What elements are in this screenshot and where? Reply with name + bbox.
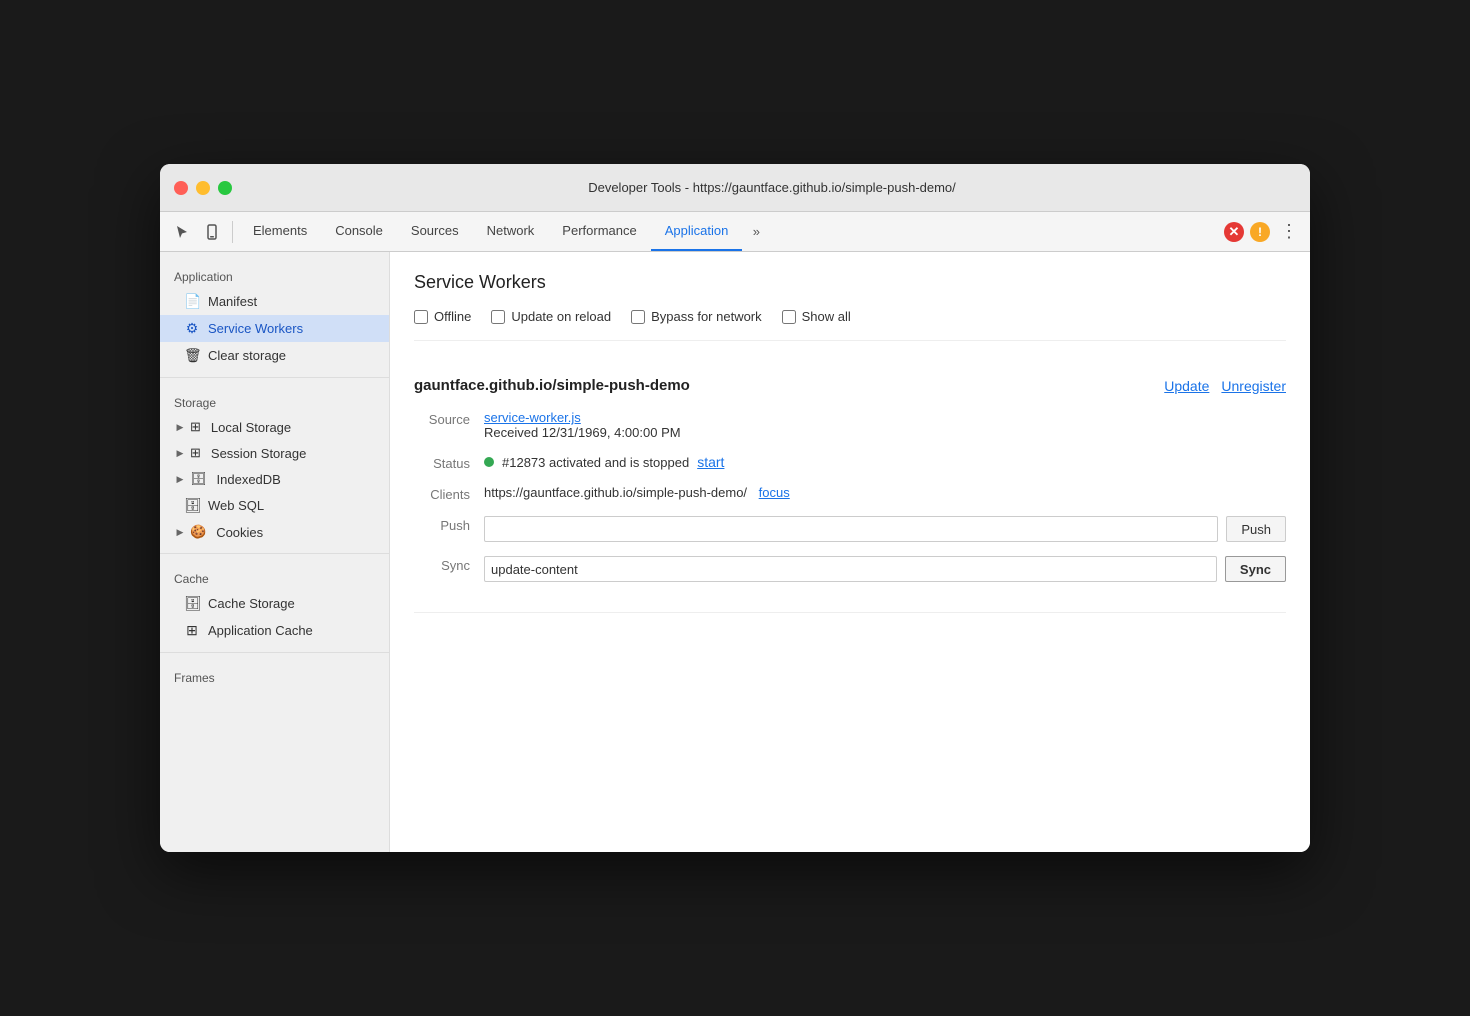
checkbox-bypass-for-network[interactable]: Bypass for network [631,309,762,324]
bypass-for-network-checkbox[interactable] [631,310,645,324]
sw-sync-input-row: Sync [484,556,1286,582]
cursor-icon[interactable] [168,218,196,246]
sync-input[interactable] [484,556,1217,582]
toolbar: Elements Console Sources Network Perform… [160,212,1310,252]
expand-arrow-session-storage: ▶ [174,448,186,459]
tabs: Elements Console Sources Network Perform… [239,212,1222,251]
offline-checkbox[interactable] [414,310,428,324]
sidebar-divider-1 [160,377,389,378]
manifest-icon: 📄 [184,293,200,310]
sidebar-item-indexeddb[interactable]: ▶ 🗄 IndexedDB [160,466,389,492]
service-worker-entry: gauntface.github.io/simple-push-demo Upd… [414,361,1286,613]
expand-arrow-indexeddb: ▶ [174,474,186,485]
sidebar-item-app-cache[interactable]: ⊞ Application Cache [160,617,389,644]
update-on-reload-checkbox[interactable] [491,310,505,324]
sidebar-item-cache-storage[interactable]: 🗄 Cache Storage [160,590,389,617]
show-all-checkbox[interactable] [782,310,796,324]
push-label: Push [414,516,484,533]
clients-url: https://gauntface.github.io/simple-push-… [484,485,747,500]
sw-origin: gauntface.github.io/simple-push-demo [414,377,690,394]
websql-icon: 🗄 [184,497,200,514]
sw-push-input-row: Push [484,516,1286,542]
clients-label: Clients [414,485,484,502]
source-label: Source [414,410,484,427]
indexeddb-icon: 🗄 [190,471,207,487]
sidebar-item-local-storage[interactable]: ▶ ⊞ Local Storage [160,414,389,440]
push-input[interactable] [484,516,1218,542]
minimize-button[interactable] [196,181,210,195]
devtools-window: Developer Tools - https://gauntface.gith… [160,164,1310,852]
close-button[interactable] [174,181,188,195]
sw-push-row: Push Push [414,516,1286,542]
sw-sync-row: Sync Sync [414,556,1286,582]
sw-clients-row: Clients https://gauntface.github.io/simp… [414,485,1286,502]
cookies-icon: 🍪 [190,524,206,540]
tab-performance[interactable]: Performance [548,212,650,251]
expand-arrow-local-storage: ▶ [174,422,186,433]
app-cache-icon: ⊞ [184,622,200,639]
sidebar-section-cache: Cache [160,562,389,590]
maximize-button[interactable] [218,181,232,195]
cache-storage-icon: 🗄 [184,595,200,612]
sidebar: Application 📄 Manifest ⚙ Service Workers… [160,252,390,852]
separator [232,221,233,243]
tab-console[interactable]: Console [321,212,397,251]
traffic-lights [174,181,232,195]
sidebar-item-web-sql[interactable]: 🗄 Web SQL [160,492,389,519]
mobile-icon[interactable] [198,218,226,246]
checkbox-offline[interactable]: Offline [414,309,471,324]
tab-network[interactable]: Network [473,212,549,251]
content-area: Service Workers Offline Update on reload… [390,252,1310,852]
window-title: Developer Tools - https://gauntface.gith… [248,180,1296,195]
sidebar-section-application: Application [160,260,389,288]
sidebar-divider-2 [160,553,389,554]
sw-source-value: service-worker.js Received 12/31/1969, 4… [484,410,1286,440]
sw-clients-value: https://gauntface.github.io/simple-push-… [484,485,1286,500]
page-title: Service Workers [414,272,1286,293]
more-tabs-icon[interactable]: » [742,218,770,246]
gear-icon: ⚙ [184,320,200,337]
sw-status-value: #12873 activated and is stopped start [484,454,1286,470]
session-storage-icon: ⊞ [190,445,201,461]
sw-actions: Update Unregister [1164,378,1286,394]
tab-sources[interactable]: Sources [397,212,473,251]
checkbox-show-all[interactable]: Show all [782,309,851,324]
unregister-link[interactable]: Unregister [1221,378,1286,394]
local-storage-icon: ⊞ [190,419,201,435]
push-button[interactable]: Push [1226,516,1286,542]
sidebar-divider-3 [160,652,389,653]
update-link[interactable]: Update [1164,378,1209,394]
expand-arrow-cookies: ▶ [174,527,186,538]
warn-icon[interactable]: ! [1250,222,1270,242]
focus-link[interactable]: focus [759,485,790,500]
trash-icon: 🗑 [184,347,200,364]
checkbox-update-on-reload[interactable]: Update on reload [491,309,611,324]
tab-elements[interactable]: Elements [239,212,321,251]
sync-button[interactable]: Sync [1225,556,1286,582]
status-label: Status [414,454,484,471]
title-bar: Developer Tools - https://gauntface.gith… [160,164,1310,212]
received-text: Received 12/31/1969, 4:00:00 PM [484,425,681,440]
status-text: #12873 activated and is stopped [502,455,689,470]
sidebar-item-session-storage[interactable]: ▶ ⊞ Session Storage [160,440,389,466]
more-menu-icon[interactable]: ⋮ [1276,221,1302,242]
toolbar-right: ✕ ! ⋮ [1224,221,1302,242]
sidebar-item-clear-storage[interactable]: 🗑 Clear storage [160,342,389,369]
sw-source-row: Source service-worker.js Received 12/31/… [414,410,1286,440]
sw-origin-row: gauntface.github.io/simple-push-demo Upd… [414,377,1286,394]
tab-application[interactable]: Application [651,212,743,251]
status-dot [484,457,494,467]
checkboxes-row: Offline Update on reload Bypass for netw… [414,309,1286,341]
main-layout: Application 📄 Manifest ⚙ Service Workers… [160,252,1310,852]
sync-label: Sync [414,556,484,573]
sidebar-section-frames: Frames [160,661,389,689]
start-link[interactable]: start [697,454,724,470]
source-file-link[interactable]: service-worker.js [484,410,581,425]
sidebar-item-cookies[interactable]: ▶ 🍪 Cookies [160,519,389,545]
sidebar-item-manifest[interactable]: 📄 Manifest [160,288,389,315]
sidebar-item-service-workers[interactable]: ⚙ Service Workers [160,315,389,342]
sidebar-section-storage: Storage [160,386,389,414]
error-icon[interactable]: ✕ [1224,222,1244,242]
sw-status-row-container: Status #12873 activated and is stopped s… [414,454,1286,471]
